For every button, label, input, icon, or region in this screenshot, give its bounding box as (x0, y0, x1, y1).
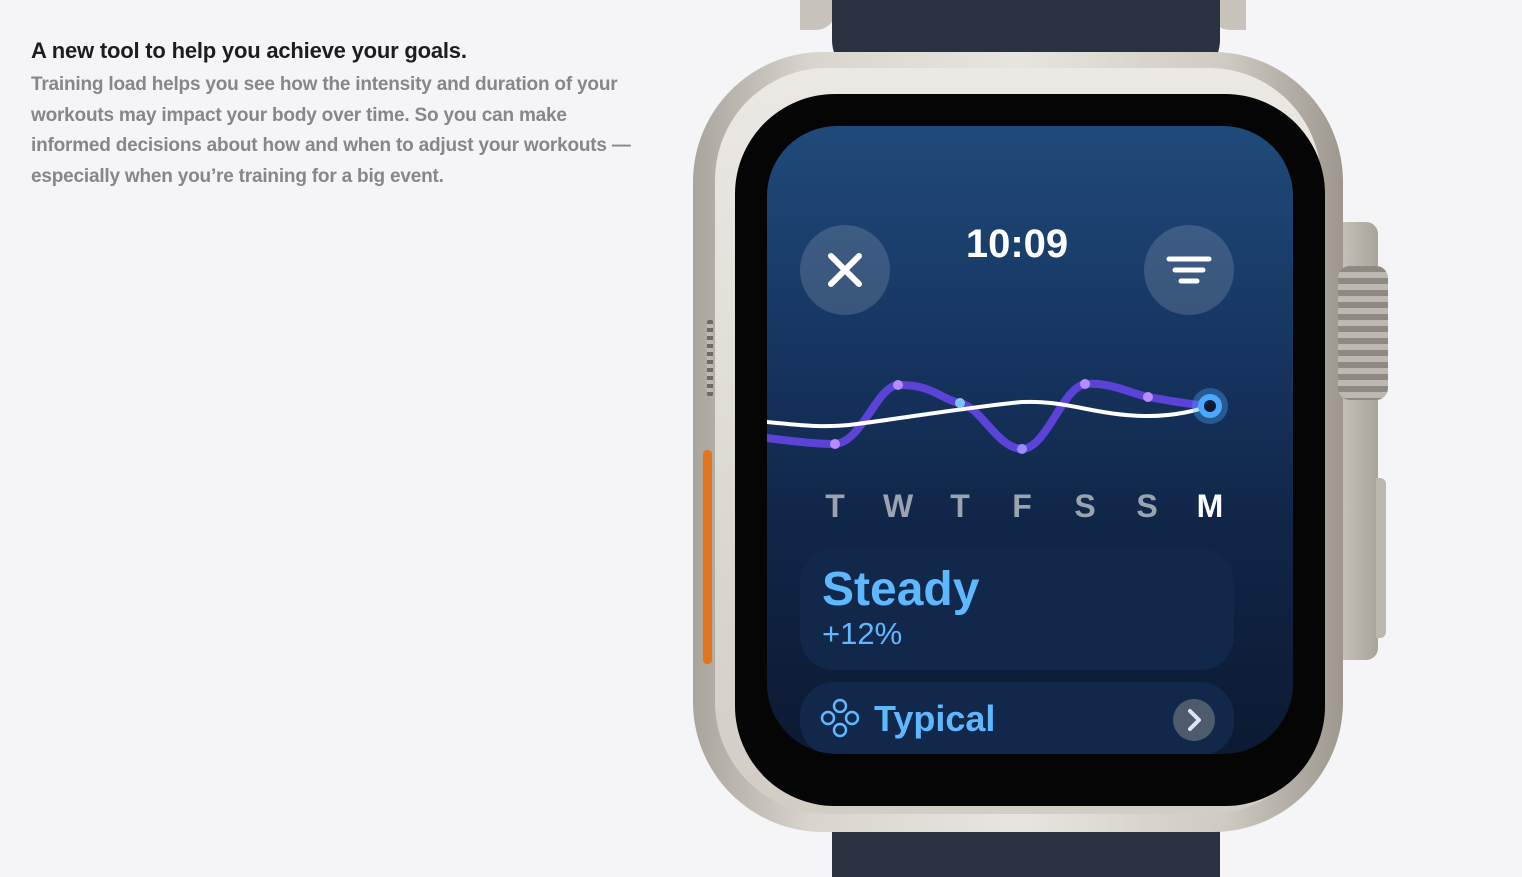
side-button (1376, 478, 1386, 638)
day-label: S (1136, 488, 1158, 524)
day-label: S (1074, 488, 1096, 524)
typical-label: Typical (874, 698, 996, 739)
graph-point (1017, 444, 1027, 454)
graph-point (1080, 379, 1090, 389)
graph-point (955, 398, 965, 408)
day-label-active: M (1196, 488, 1224, 524)
apple-watch-image: 10:09 T W T F S S M Steady +12% Typical (680, 0, 1400, 877)
watch-screen: 10:09 T W T F S S M Steady +12% Typical (767, 126, 1293, 754)
watch-lug (800, 0, 836, 30)
status-title: Steady (822, 563, 980, 616)
watch-case: 10:09 T W T F S S M Steady +12% Typical (693, 52, 1343, 832)
rings-icon (820, 698, 860, 738)
graph-point (893, 380, 903, 390)
day-label: T (825, 488, 845, 524)
graph-point (830, 439, 840, 449)
typical-detail-button[interactable] (1173, 699, 1215, 741)
article-copy: A new tool to help you achieve your goal… (31, 38, 631, 192)
action-button (703, 450, 712, 664)
current-point-center (1204, 400, 1216, 412)
speaker-grille (707, 320, 713, 396)
digital-crown (1338, 266, 1388, 400)
training-load-graph (767, 379, 1228, 454)
day-label: W (883, 488, 914, 524)
weekday-row: T W T F S S M (815, 488, 1235, 528)
status-card[interactable]: Steady +12% (800, 548, 1234, 670)
article-body: Training load helps you see how the inte… (31, 74, 631, 187)
day-label: F (1012, 488, 1032, 524)
typical-row[interactable]: Typical (800, 682, 1234, 754)
article-headline: A new tool to help you achieve your goal… (31, 38, 467, 63)
day-label: T (950, 488, 970, 524)
status-change: +12% (822, 616, 903, 651)
graph-point (1143, 392, 1153, 402)
chevron-right-icon (1188, 709, 1201, 731)
